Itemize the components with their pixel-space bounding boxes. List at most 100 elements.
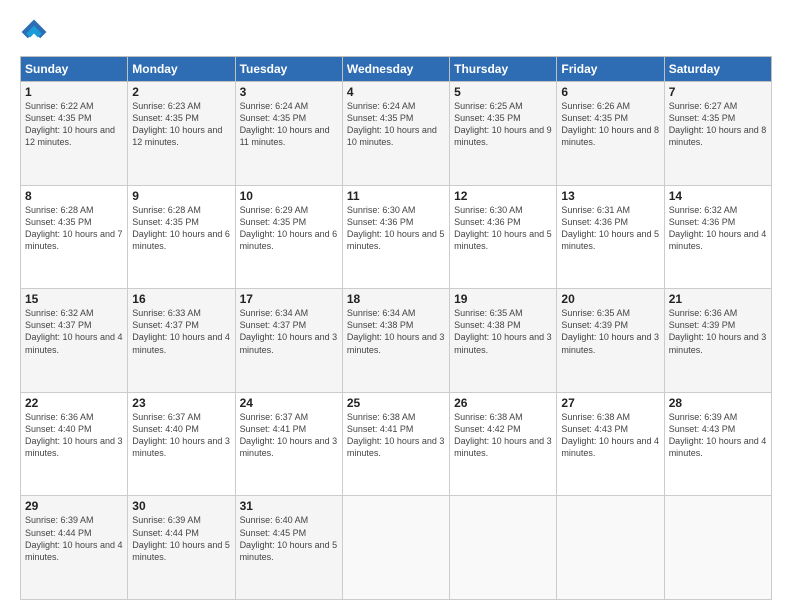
day-info: Sunrise: 6:32 AMSunset: 4:36 PMDaylight:… <box>669 205 767 251</box>
day-info: Sunrise: 6:29 AMSunset: 4:35 PMDaylight:… <box>240 205 338 251</box>
day-number: 11 <box>347 189 445 203</box>
day-number: 15 <box>25 292 123 306</box>
calendar-cell: 8 Sunrise: 6:28 AMSunset: 4:35 PMDayligh… <box>21 185 128 289</box>
calendar-cell: 10 Sunrise: 6:29 AMSunset: 4:35 PMDaylig… <box>235 185 342 289</box>
day-info: Sunrise: 6:28 AMSunset: 4:35 PMDaylight:… <box>132 205 230 251</box>
calendar-cell: 30 Sunrise: 6:39 AMSunset: 4:44 PMDaylig… <box>128 496 235 600</box>
day-number: 6 <box>561 85 659 99</box>
day-number: 1 <box>25 85 123 99</box>
calendar-cell: 4 Sunrise: 6:24 AMSunset: 4:35 PMDayligh… <box>342 82 449 186</box>
day-number: 28 <box>669 396 767 410</box>
day-number: 17 <box>240 292 338 306</box>
calendar-cell: 1 Sunrise: 6:22 AMSunset: 4:35 PMDayligh… <box>21 82 128 186</box>
day-info: Sunrise: 6:30 AMSunset: 4:36 PMDaylight:… <box>347 205 445 251</box>
day-number: 20 <box>561 292 659 306</box>
day-number: 21 <box>669 292 767 306</box>
calendar-cell: 28 Sunrise: 6:39 AMSunset: 4:43 PMDaylig… <box>664 392 771 496</box>
calendar-cell: 27 Sunrise: 6:38 AMSunset: 4:43 PMDaylig… <box>557 392 664 496</box>
calendar-week-4: 22 Sunrise: 6:36 AMSunset: 4:40 PMDaylig… <box>21 392 772 496</box>
calendar-cell: 17 Sunrise: 6:34 AMSunset: 4:37 PMDaylig… <box>235 289 342 393</box>
day-info: Sunrise: 6:36 AMSunset: 4:39 PMDaylight:… <box>669 308 767 354</box>
day-number: 2 <box>132 85 230 99</box>
calendar-header-row: SundayMondayTuesdayWednesdayThursdayFrid… <box>21 57 772 82</box>
calendar-cell: 2 Sunrise: 6:23 AMSunset: 4:35 PMDayligh… <box>128 82 235 186</box>
calendar-week-3: 15 Sunrise: 6:32 AMSunset: 4:37 PMDaylig… <box>21 289 772 393</box>
calendar-cell: 25 Sunrise: 6:38 AMSunset: 4:41 PMDaylig… <box>342 392 449 496</box>
calendar-cell: 7 Sunrise: 6:27 AMSunset: 4:35 PMDayligh… <box>664 82 771 186</box>
day-info: Sunrise: 6:38 AMSunset: 4:43 PMDaylight:… <box>561 412 659 458</box>
day-number: 18 <box>347 292 445 306</box>
calendar-cell: 22 Sunrise: 6:36 AMSunset: 4:40 PMDaylig… <box>21 392 128 496</box>
day-number: 7 <box>669 85 767 99</box>
calendar-week-1: 1 Sunrise: 6:22 AMSunset: 4:35 PMDayligh… <box>21 82 772 186</box>
calendar-cell: 20 Sunrise: 6:35 AMSunset: 4:39 PMDaylig… <box>557 289 664 393</box>
calendar-header-tuesday: Tuesday <box>235 57 342 82</box>
calendar-cell: 15 Sunrise: 6:32 AMSunset: 4:37 PMDaylig… <box>21 289 128 393</box>
day-info: Sunrise: 6:39 AMSunset: 4:43 PMDaylight:… <box>669 412 767 458</box>
day-info: Sunrise: 6:37 AMSunset: 4:40 PMDaylight:… <box>132 412 230 458</box>
calendar-cell: 31 Sunrise: 6:40 AMSunset: 4:45 PMDaylig… <box>235 496 342 600</box>
day-number: 31 <box>240 499 338 513</box>
day-number: 4 <box>347 85 445 99</box>
calendar-cell: 21 Sunrise: 6:36 AMSunset: 4:39 PMDaylig… <box>664 289 771 393</box>
day-info: Sunrise: 6:39 AMSunset: 4:44 PMDaylight:… <box>132 515 230 561</box>
day-number: 24 <box>240 396 338 410</box>
day-number: 30 <box>132 499 230 513</box>
day-info: Sunrise: 6:28 AMSunset: 4:35 PMDaylight:… <box>25 205 123 251</box>
day-info: Sunrise: 6:37 AMSunset: 4:41 PMDaylight:… <box>240 412 338 458</box>
day-info: Sunrise: 6:33 AMSunset: 4:37 PMDaylight:… <box>132 308 230 354</box>
calendar-cell: 6 Sunrise: 6:26 AMSunset: 4:35 PMDayligh… <box>557 82 664 186</box>
day-info: Sunrise: 6:32 AMSunset: 4:37 PMDaylight:… <box>25 308 123 354</box>
day-number: 9 <box>132 189 230 203</box>
logo-icon <box>20 18 48 46</box>
calendar-cell <box>664 496 771 600</box>
day-info: Sunrise: 6:35 AMSunset: 4:39 PMDaylight:… <box>561 308 659 354</box>
day-number: 22 <box>25 396 123 410</box>
day-info: Sunrise: 6:27 AMSunset: 4:35 PMDaylight:… <box>669 101 767 147</box>
day-info: Sunrise: 6:22 AMSunset: 4:35 PMDaylight:… <box>25 101 115 147</box>
calendar-header-wednesday: Wednesday <box>342 57 449 82</box>
day-info: Sunrise: 6:30 AMSunset: 4:36 PMDaylight:… <box>454 205 552 251</box>
calendar-header-thursday: Thursday <box>450 57 557 82</box>
calendar-cell: 19 Sunrise: 6:35 AMSunset: 4:38 PMDaylig… <box>450 289 557 393</box>
logo <box>20 18 52 46</box>
calendar-cell <box>557 496 664 600</box>
calendar-week-5: 29 Sunrise: 6:39 AMSunset: 4:44 PMDaylig… <box>21 496 772 600</box>
calendar-cell: 12 Sunrise: 6:30 AMSunset: 4:36 PMDaylig… <box>450 185 557 289</box>
calendar-cell: 3 Sunrise: 6:24 AMSunset: 4:35 PMDayligh… <box>235 82 342 186</box>
day-info: Sunrise: 6:24 AMSunset: 4:35 PMDaylight:… <box>240 101 330 147</box>
day-info: Sunrise: 6:26 AMSunset: 4:35 PMDaylight:… <box>561 101 659 147</box>
day-number: 16 <box>132 292 230 306</box>
day-number: 29 <box>25 499 123 513</box>
day-info: Sunrise: 6:24 AMSunset: 4:35 PMDaylight:… <box>347 101 437 147</box>
calendar-week-2: 8 Sunrise: 6:28 AMSunset: 4:35 PMDayligh… <box>21 185 772 289</box>
calendar-header-saturday: Saturday <box>664 57 771 82</box>
day-number: 14 <box>669 189 767 203</box>
day-info: Sunrise: 6:34 AMSunset: 4:38 PMDaylight:… <box>347 308 445 354</box>
day-number: 3 <box>240 85 338 99</box>
calendar-header-friday: Friday <box>557 57 664 82</box>
day-number: 25 <box>347 396 445 410</box>
calendar-cell: 11 Sunrise: 6:30 AMSunset: 4:36 PMDaylig… <box>342 185 449 289</box>
calendar-cell: 18 Sunrise: 6:34 AMSunset: 4:38 PMDaylig… <box>342 289 449 393</box>
day-info: Sunrise: 6:40 AMSunset: 4:45 PMDaylight:… <box>240 515 338 561</box>
day-number: 26 <box>454 396 552 410</box>
calendar-cell: 14 Sunrise: 6:32 AMSunset: 4:36 PMDaylig… <box>664 185 771 289</box>
day-number: 19 <box>454 292 552 306</box>
day-info: Sunrise: 6:23 AMSunset: 4:35 PMDaylight:… <box>132 101 222 147</box>
day-number: 10 <box>240 189 338 203</box>
calendar-cell: 5 Sunrise: 6:25 AMSunset: 4:35 PMDayligh… <box>450 82 557 186</box>
day-info: Sunrise: 6:36 AMSunset: 4:40 PMDaylight:… <box>25 412 123 458</box>
day-info: Sunrise: 6:35 AMSunset: 4:38 PMDaylight:… <box>454 308 552 354</box>
page: SundayMondayTuesdayWednesdayThursdayFrid… <box>0 0 792 612</box>
calendar-table: SundayMondayTuesdayWednesdayThursdayFrid… <box>20 56 772 600</box>
calendar-cell: 24 Sunrise: 6:37 AMSunset: 4:41 PMDaylig… <box>235 392 342 496</box>
day-info: Sunrise: 6:34 AMSunset: 4:37 PMDaylight:… <box>240 308 338 354</box>
calendar-cell: 9 Sunrise: 6:28 AMSunset: 4:35 PMDayligh… <box>128 185 235 289</box>
calendar-cell: 16 Sunrise: 6:33 AMSunset: 4:37 PMDaylig… <box>128 289 235 393</box>
calendar-cell: 26 Sunrise: 6:38 AMSunset: 4:42 PMDaylig… <box>450 392 557 496</box>
day-info: Sunrise: 6:31 AMSunset: 4:36 PMDaylight:… <box>561 205 659 251</box>
day-number: 27 <box>561 396 659 410</box>
calendar-cell <box>450 496 557 600</box>
day-info: Sunrise: 6:39 AMSunset: 4:44 PMDaylight:… <box>25 515 123 561</box>
